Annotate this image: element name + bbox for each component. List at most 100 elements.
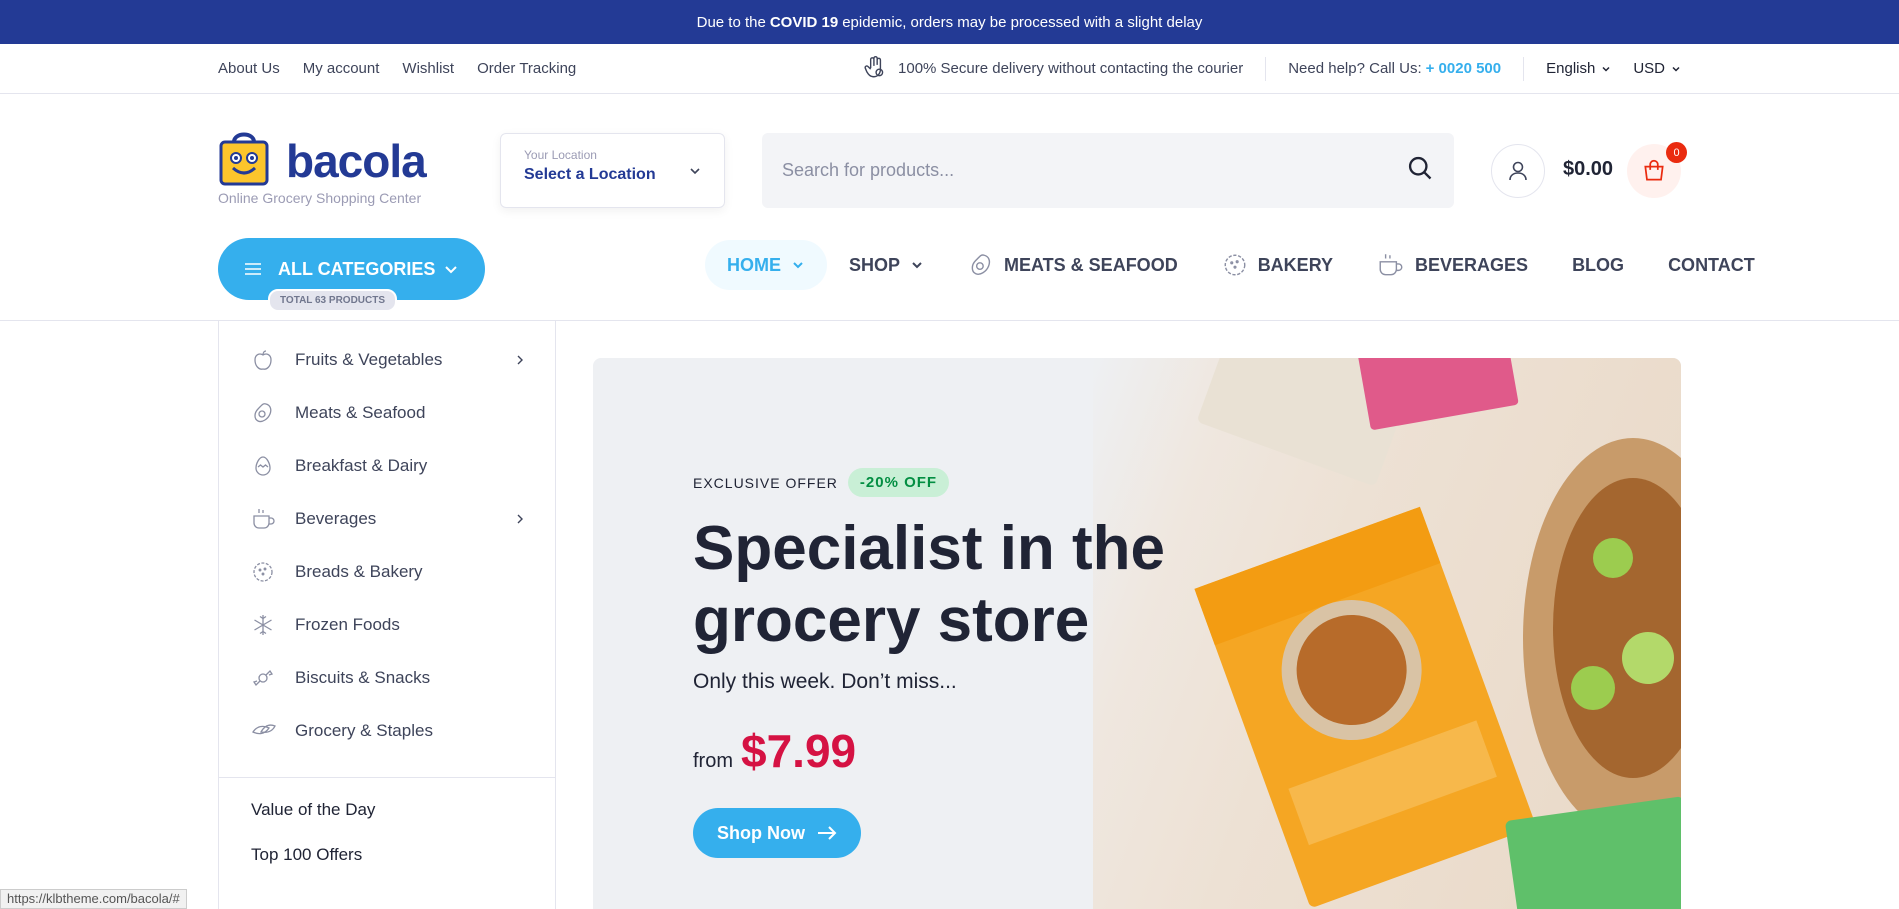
category-label: Frozen Foods <box>295 614 400 634</box>
category-label: Meats & Seafood <box>295 402 426 422</box>
apple-icon <box>251 348 277 372</box>
snowflake-icon <box>251 613 277 637</box>
category-biscuits-snacks[interactable]: Biscuits & Snacks <box>219 651 555 704</box>
search-input[interactable] <box>782 160 1406 181</box>
price-prefix: from <box>693 750 733 772</box>
logo-wordmark: bacola <box>286 135 427 187</box>
hero-banner: EXCLUSIVE OFFER -20% OFF Specialist in t… <box>593 358 1681 909</box>
top-100-offers-link[interactable]: Top 100 Offers <box>251 845 523 890</box>
chevron-down-icon <box>1672 66 1680 72</box>
currency-selector[interactable]: USD <box>1633 60 1681 77</box>
menu-item-bakery[interactable]: BAKERY <box>1200 240 1355 290</box>
about-us-link[interactable]: About Us <box>218 60 280 77</box>
all-categories-label: ALL CATEGORIES <box>278 258 436 279</box>
product-search <box>762 133 1454 208</box>
category-list: Fruits & Vegetables Meats & Seafood Brea… <box>219 321 555 757</box>
chevron-down-icon <box>445 266 457 274</box>
main-menu: HOME SHOP MEATS & SEAFOOD BAKERY BEVERAG… <box>705 238 1777 292</box>
category-label: Biscuits & Snacks <box>295 667 431 687</box>
menu-item-blog[interactable]: BLOG <box>1550 240 1646 290</box>
navigation-row: ALL CATEGORIES TOTAL 63 PRODUCTS HOME SH… <box>0 238 1899 321</box>
wishlist-link[interactable]: Wishlist <box>402 60 454 77</box>
help-phone-link[interactable]: + 0020 500 <box>1426 60 1502 77</box>
menu-item-label: BEVERAGES <box>1415 254 1529 275</box>
category-frozen-foods[interactable]: Frozen Foods <box>219 598 555 651</box>
leaf-icon <box>251 720 277 742</box>
help-label: Need help? Call Us: <box>1288 60 1422 77</box>
cup-icon <box>1379 254 1403 276</box>
browser-status-url: https://klbtheme.com/bacola/# <box>0 889 187 909</box>
user-icon <box>1509 161 1527 181</box>
chevron-right-icon <box>517 514 523 523</box>
menu-item-contact[interactable]: CONTACT <box>1646 240 1777 290</box>
account-button[interactable] <box>1491 144 1545 198</box>
menu-item-shop[interactable]: SHOP <box>827 240 946 290</box>
egg-icon <box>251 454 277 478</box>
category-fruits-vegetables[interactable]: Fruits & Vegetables <box>219 333 555 386</box>
order-tracking-link[interactable]: Order Tracking <box>477 60 576 77</box>
cup-icon <box>251 507 277 531</box>
price-amount: $7.99 <box>741 725 857 777</box>
candy-icon <box>251 666 277 690</box>
category-meats-seafood[interactable]: Meats & Seafood <box>219 386 555 439</box>
menu-item-label: MEATS & SEAFOOD <box>1004 254 1178 275</box>
menu-item-label: BAKERY <box>1257 254 1334 275</box>
category-sidebar: Fruits & Vegetables Meats & Seafood Brea… <box>218 321 556 909</box>
announcement-highlight: COVID 19 <box>769 13 839 31</box>
shop-now-label: Shop Now <box>717 822 805 843</box>
search-icon[interactable] <box>1406 154 1434 187</box>
utility-bar: About Us My account Wishlist Order Track… <box>0 44 1899 94</box>
hand-icon <box>862 54 888 84</box>
cart-button[interactable]: 0 <box>1627 142 1687 198</box>
arrow-right-icon <box>818 826 837 840</box>
utility-links: About Us My account Wishlist Order Track… <box>218 60 576 77</box>
hero-price: from $7.99 <box>693 724 856 778</box>
bakery-icon <box>1224 254 1246 276</box>
locale-selectors: English USD <box>1524 60 1681 77</box>
category-beverages[interactable]: Beverages <box>219 492 555 545</box>
category-grocery-staples[interactable]: Grocery & Staples <box>219 704 555 757</box>
meat-icon <box>971 254 991 275</box>
announcement-text-post: epidemic, orders may be processed with a… <box>842 13 1203 31</box>
menu-item-meats-seafood[interactable]: MEATS & SEAFOOD <box>946 240 1200 290</box>
menu-icon <box>245 263 261 275</box>
exclusive-offer-row: EXCLUSIVE OFFER -20% OFF <box>693 468 950 497</box>
announcement-text-pre: Due to the <box>696 13 766 31</box>
language-selector[interactable]: English <box>1546 60 1611 77</box>
menu-item-label: SHOP <box>849 254 901 275</box>
category-breakfast-dairy[interactable]: Breakfast & Dairy <box>219 439 555 492</box>
category-breads-bakery[interactable]: Breads & Bakery <box>219 545 555 598</box>
menu-item-label: CONTACT <box>1668 254 1755 275</box>
chevron-down-icon <box>912 262 922 269</box>
exclusive-offer-label: EXCLUSIVE OFFER <box>693 474 838 491</box>
chevron-right-icon <box>517 355 523 364</box>
all-categories-button[interactable]: ALL CATEGORIES TOTAL 63 PRODUCTS <box>218 238 485 312</box>
main-header: bacola Online Grocery Shopping Center Yo… <box>0 94 1899 238</box>
secure-delivery-notice: 100% Secure delivery without contacting … <box>862 54 1267 84</box>
location-selector[interactable]: Your Location Select a Location <box>500 133 725 208</box>
menu-item-beverages[interactable]: BEVERAGES <box>1355 240 1550 290</box>
hero-subtitle: Only this week. Don’t miss... <box>693 670 957 693</box>
bakery-icon <box>251 560 277 584</box>
total-products-badge: TOTAL 63 PRODUCTS <box>268 289 398 312</box>
hero-title: Specialist in the grocery store <box>693 514 1166 655</box>
help-contact: Need help? Call Us: + 0020 500 <box>1266 56 1525 81</box>
shopping-bag-logo-icon <box>219 132 269 186</box>
value-of-the-day-link[interactable]: Value of the Day <box>251 800 523 845</box>
location-label: Your Location <box>524 148 597 162</box>
sidebar-extra-links: Value of the Day Top 100 Offers <box>219 778 555 890</box>
announcement-bar: Due to the COVID 19 epidemic, orders may… <box>0 0 1899 44</box>
chevron-down-icon <box>1602 66 1610 72</box>
menu-item-home[interactable]: HOME <box>705 240 827 290</box>
cart-total[interactable]: $0.00 <box>1563 158 1613 181</box>
category-label: Beverages <box>295 508 377 528</box>
meat-icon <box>251 401 277 425</box>
category-label: Grocery & Staples <box>295 720 433 740</box>
category-label: Fruits & Vegetables <box>295 349 443 369</box>
menu-item-label: HOME <box>727 254 781 275</box>
location-value: Select a Location <box>524 166 656 183</box>
shop-now-button[interactable]: Shop Now <box>693 808 861 858</box>
my-account-link[interactable]: My account <box>303 60 380 77</box>
currency-value: USD <box>1633 60 1665 77</box>
shopping-bag-icon <box>1644 159 1664 181</box>
